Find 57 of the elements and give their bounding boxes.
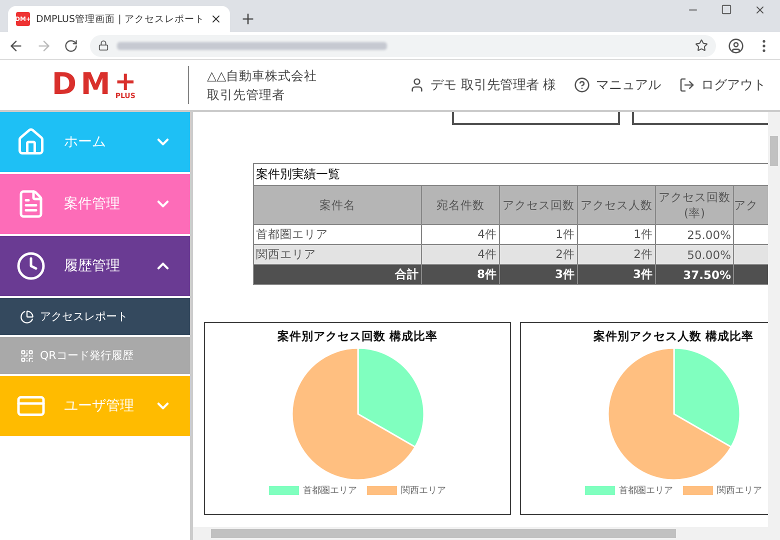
sidebar-subitem[interactable]: アクセスレポート bbox=[0, 298, 190, 335]
total-cell: 37.50% bbox=[656, 264, 734, 284]
sidebar-label: ホーム bbox=[64, 133, 107, 151]
chart-title: 案件別アクセス人数 構成比率 bbox=[593, 329, 754, 344]
table-cell: 2件 bbox=[500, 244, 578, 264]
vertical-scrollbar[interactable] bbox=[768, 112, 780, 527]
table-cell: 4件 bbox=[422, 224, 500, 244]
table-cell: 25.00% bbox=[656, 224, 734, 244]
role-label: 取引先管理者 bbox=[207, 86, 286, 104]
legend-label: 首都圏エリア bbox=[619, 484, 673, 497]
sidebar-label: 案件管理 bbox=[64, 195, 121, 213]
column-header: アクセス人数 bbox=[578, 186, 656, 224]
sidebar-label: ユーザ管理 bbox=[64, 397, 135, 415]
star-icon[interactable] bbox=[695, 39, 708, 52]
total-cell: 合計 bbox=[254, 264, 422, 284]
qr-icon bbox=[20, 348, 34, 362]
table-cell: 1件 bbox=[578, 224, 656, 244]
profile-icon[interactable] bbox=[728, 38, 744, 54]
header-link[interactable]: デモ 取引先管理者 様 bbox=[408, 76, 556, 94]
back-icon[interactable] bbox=[8, 38, 24, 54]
sidebar-item[interactable]: 履歴管理 bbox=[0, 236, 190, 296]
table-cell: 首都圏エリア bbox=[254, 224, 422, 244]
table-cell: 50.00% bbox=[656, 244, 734, 264]
total-cell: 3件 bbox=[578, 264, 656, 284]
home-icon bbox=[16, 127, 46, 157]
sidebar-label: 履歴管理 bbox=[64, 257, 121, 275]
table-cell: 1件 bbox=[500, 224, 578, 244]
reload-icon[interactable] bbox=[64, 38, 78, 52]
column-header: 案件名 bbox=[254, 186, 422, 224]
close-icon[interactable] bbox=[210, 13, 222, 25]
chart-title: 案件別アクセス回数 構成比率 bbox=[277, 329, 438, 344]
close-icon[interactable] bbox=[754, 4, 766, 16]
total-cell: 3件 bbox=[500, 264, 578, 284]
column-header: 宛名件数 bbox=[422, 186, 500, 224]
column-header: アク bbox=[734, 186, 768, 224]
tab-title: DMPLUS管理画面 | アクセスレポート bbox=[36, 12, 204, 26]
total-cell: 8件 bbox=[422, 264, 500, 284]
legend-label: 関西エリア bbox=[401, 484, 446, 497]
table-cell: 2件 bbox=[578, 244, 656, 264]
legend-label: 首都圏エリア bbox=[303, 484, 357, 497]
logout-icon bbox=[679, 77, 695, 93]
legend-label: 関西エリア bbox=[717, 484, 762, 497]
company-name: △△自動車株式会社 bbox=[207, 67, 318, 85]
column-header: アクセス回数 bbox=[500, 186, 578, 224]
clock-icon bbox=[16, 251, 46, 281]
pie-icon bbox=[20, 310, 34, 324]
table-caption: 案件別実績一覧 bbox=[254, 164, 768, 186]
table-cell: 4件 bbox=[422, 244, 500, 264]
user-icon bbox=[408, 77, 425, 93]
help-icon bbox=[574, 77, 590, 93]
horizontal-scrollbar[interactable] bbox=[193, 527, 780, 540]
lock-icon bbox=[98, 40, 109, 51]
header-link[interactable]: マニュアル bbox=[574, 76, 661, 94]
column-header: アクセス回数 (率) bbox=[656, 186, 734, 224]
table-cell: 関西エリア bbox=[254, 244, 422, 264]
maximize-icon[interactable] bbox=[721, 4, 732, 15]
header-link[interactable]: ログアウト bbox=[679, 76, 766, 94]
